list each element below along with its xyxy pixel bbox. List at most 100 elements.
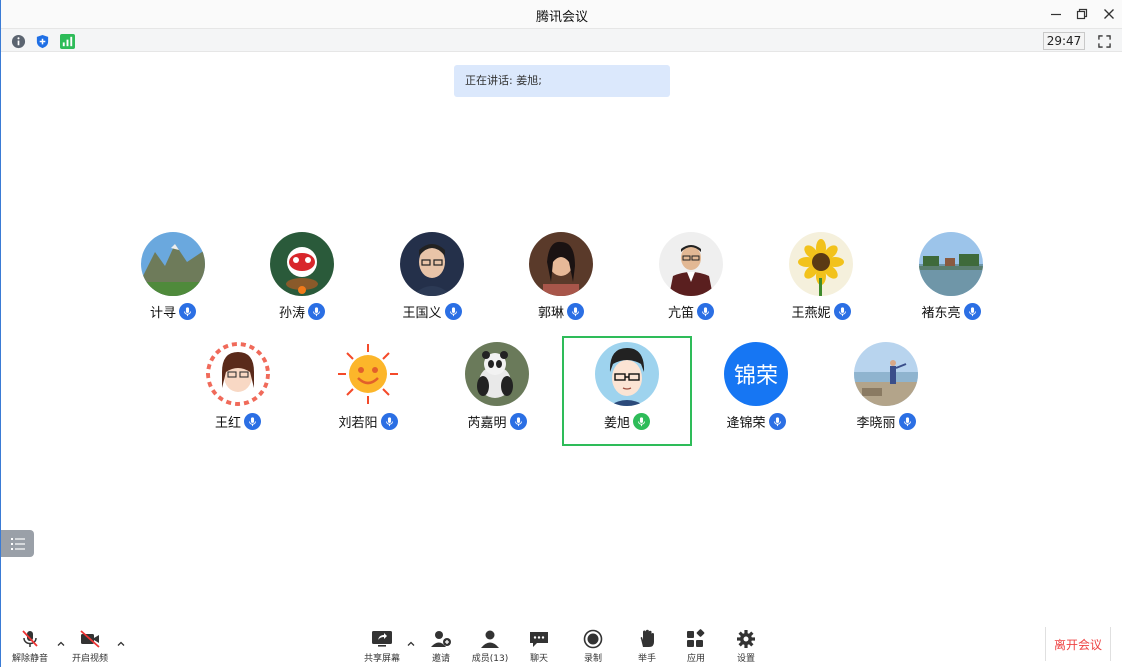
record-button[interactable]: 录制	[568, 629, 618, 667]
start-video-label: 开启视频	[71, 654, 108, 664]
leave-meeting-button[interactable]: 离开会议	[1045, 627, 1111, 661]
participant-name: 刘若阳	[338, 416, 378, 431]
participant-tile[interactable]: 王燕妮	[757, 230, 885, 338]
raise-hand-button[interactable]: 举手	[622, 629, 672, 667]
share-options-caret-icon[interactable]	[406, 639, 416, 649]
unmute-button[interactable]: 解除静音	[5, 629, 55, 667]
start-video-button[interactable]: 开启视频	[65, 629, 115, 667]
invite-label: 邀请	[431, 654, 450, 664]
participant-tile[interactable]: 王国义	[368, 230, 496, 338]
participant-name: 郭琳	[537, 306, 564, 321]
participant-tile[interactable]: 芮嘉明	[433, 340, 561, 448]
mic-icon	[697, 303, 714, 320]
participant-name: 亢笛	[667, 306, 694, 321]
participant-tile[interactable]: 亢笛	[627, 230, 755, 338]
mic-icon	[444, 303, 462, 320]
participant-name: 褚东亮	[921, 306, 961, 321]
minimize-icon	[1051, 13, 1061, 16]
info-icon	[11, 34, 25, 48]
info-bar: 29:47	[1, 28, 1122, 52]
video-options-caret-icon[interactable]	[116, 639, 126, 649]
participant-tile[interactable]: 孙涛	[238, 230, 366, 338]
apps-icon	[687, 629, 705, 647]
avatar	[270, 232, 334, 296]
participant-tile[interactable]: 锦荣 逄锦荣	[692, 340, 820, 448]
participant-tile[interactable]: 计寻	[109, 230, 237, 338]
avatar	[659, 232, 723, 296]
avatar	[206, 342, 270, 406]
avatar	[919, 232, 983, 296]
restore-button[interactable]	[1071, 4, 1093, 24]
meeting-timer: 29:47	[1043, 32, 1085, 50]
participant-tile-active-speaker[interactable]: 姜旭	[562, 336, 692, 446]
mic-icon	[898, 413, 916, 430]
participant-name: 计寻	[149, 306, 176, 321]
participant-tile[interactable]: 王红	[174, 340, 302, 448]
members-label: 成员(13)	[471, 654, 509, 664]
avatar	[595, 342, 659, 406]
speaking-indicator: 正在讲话: 姜旭;	[454, 65, 670, 97]
invite-button[interactable]: 邀请	[416, 629, 466, 667]
participant-name: 孙涛	[278, 306, 305, 321]
video-off-icon	[80, 630, 100, 648]
settings-label: 设置	[736, 654, 755, 664]
mic-icon	[244, 413, 261, 430]
settings-button[interactable]: 设置	[721, 629, 771, 667]
avatar	[789, 232, 853, 296]
fullscreen-icon	[1097, 34, 1111, 48]
share-screen-label: 共享屏幕	[363, 654, 400, 664]
participant-name: 王燕妮	[791, 306, 831, 321]
meeting-info-button[interactable]	[9, 32, 27, 50]
apps-button[interactable]: 应用	[671, 629, 721, 667]
minimize-button[interactable]	[1045, 4, 1067, 24]
mic-icon	[768, 413, 786, 430]
chat-icon	[530, 632, 548, 647]
list-icon	[10, 537, 25, 550]
participant-name: 王国义	[402, 306, 442, 321]
participant-tile[interactable]: 刘若阳	[304, 340, 432, 448]
mic-icon	[567, 303, 584, 320]
participant-tile[interactable]: 褚东亮	[887, 230, 1015, 338]
record-label: 录制	[583, 654, 602, 664]
layout-list-button[interactable]	[1, 530, 34, 557]
bottom-toolbar: 解除静音 开启视频 共享屏幕 邀请 成员(13) 聊天 录制 举手 应用 设置 …	[1, 625, 1122, 667]
close-icon	[1104, 9, 1114, 19]
participant-name: 王红	[214, 416, 241, 431]
mic-icon	[179, 303, 196, 320]
shield-icon	[36, 34, 48, 48]
avatar-text: 锦荣	[724, 342, 788, 406]
restore-icon	[1076, 8, 1088, 20]
avatar	[465, 342, 529, 406]
avatar	[529, 232, 593, 296]
participant-name: 芮嘉明	[467, 416, 507, 431]
mic-active-icon	[633, 413, 650, 430]
participant-name: 姜旭	[603, 416, 630, 431]
mic-icon	[963, 303, 981, 320]
raise-hand-label: 举手	[637, 654, 656, 664]
participant-tile[interactable]: 李晓丽	[822, 340, 950, 448]
add-user-icon	[431, 631, 451, 647]
chat-label: 聊天	[529, 654, 548, 664]
mic-icon	[833, 303, 851, 320]
title-bar: 腾讯会议	[1, 0, 1122, 28]
mic-muted-icon	[22, 630, 38, 647]
members-button[interactable]: 成员(13)	[465, 629, 515, 667]
participant-name: 逄锦荣	[726, 416, 766, 431]
participant-tile[interactable]: 郭琳	[497, 230, 625, 338]
meeting-window: 腾讯会议 29:47 正在讲话: 姜旭; 计寻 孙涛 王国义 郭琳 亢笛 王燕妮…	[0, 0, 1122, 667]
participant-name: 李晓丽	[856, 416, 896, 431]
avatar	[336, 342, 400, 406]
fullscreen-button[interactable]	[1095, 32, 1113, 50]
hand-icon	[640, 629, 654, 647]
close-button[interactable]	[1098, 4, 1120, 24]
mic-icon	[509, 413, 527, 430]
mic-icon	[308, 303, 325, 320]
apps-label: 应用	[686, 654, 705, 664]
chat-button[interactable]: 聊天	[514, 629, 564, 667]
network-button[interactable]	[58, 32, 76, 50]
security-button[interactable]	[33, 32, 51, 50]
members-icon	[481, 630, 499, 648]
mic-icon	[380, 413, 398, 430]
share-screen-button[interactable]: 共享屏幕	[357, 629, 407, 667]
share-screen-icon	[372, 631, 392, 647]
